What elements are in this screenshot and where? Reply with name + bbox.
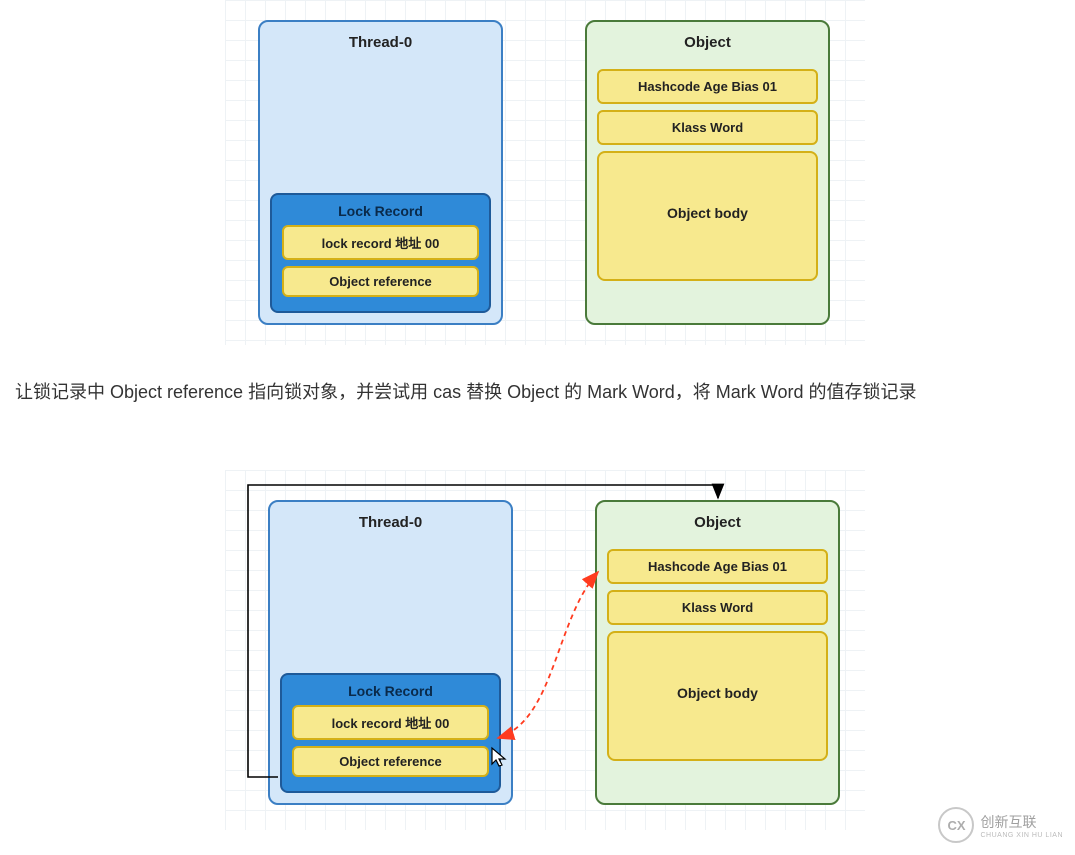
object-reference: Object reference (282, 266, 479, 297)
object-box-1: Object Hashcode Age Bias 01 Klass Word O… (585, 20, 830, 325)
logo-subtext: CHUANG XIN HU LIAN (980, 832, 1063, 839)
lock-record-address: lock record 地址 00 (292, 705, 489, 740)
thread-title: Thread-0 (260, 22, 501, 63)
mark-word: Hashcode Age Bias 01 (597, 69, 818, 104)
thread-box-2: Thread-0 Lock Record lock record 地址 00 O… (268, 500, 513, 805)
lock-record-address: lock record 地址 00 (282, 225, 479, 260)
lock-record-title: Lock Record (290, 683, 491, 699)
logo-mark: CX (938, 807, 974, 843)
object-title: Object (587, 22, 828, 63)
mark-word: Hashcode Age Bias 01 (607, 549, 828, 584)
lock-record-title: Lock Record (280, 203, 481, 219)
lock-record-box: Lock Record lock record 地址 00 Object ref… (270, 193, 491, 313)
thread-title: Thread-0 (270, 502, 511, 543)
logo-text: 创新互联 (980, 812, 1063, 832)
thread-box-1: Thread-0 Lock Record lock record 地址 00 O… (258, 20, 503, 325)
object-body: Object body (607, 631, 828, 761)
object-body: Object body (597, 151, 818, 281)
object-reference: Object reference (292, 746, 489, 777)
brand-logo: CX 创新互联 CHUANG XIN HU LIAN (938, 807, 1063, 843)
lock-record-box: Lock Record lock record 地址 00 Object ref… (280, 673, 501, 793)
object-title: Object (597, 502, 838, 543)
object-box-2: Object Hashcode Age Bias 01 Klass Word O… (595, 500, 840, 805)
description-paragraph: 让锁记录中 Object reference 指向锁对象，并尝试用 cas 替换… (15, 375, 1065, 409)
klass-word: Klass Word (597, 110, 818, 145)
klass-word: Klass Word (607, 590, 828, 625)
